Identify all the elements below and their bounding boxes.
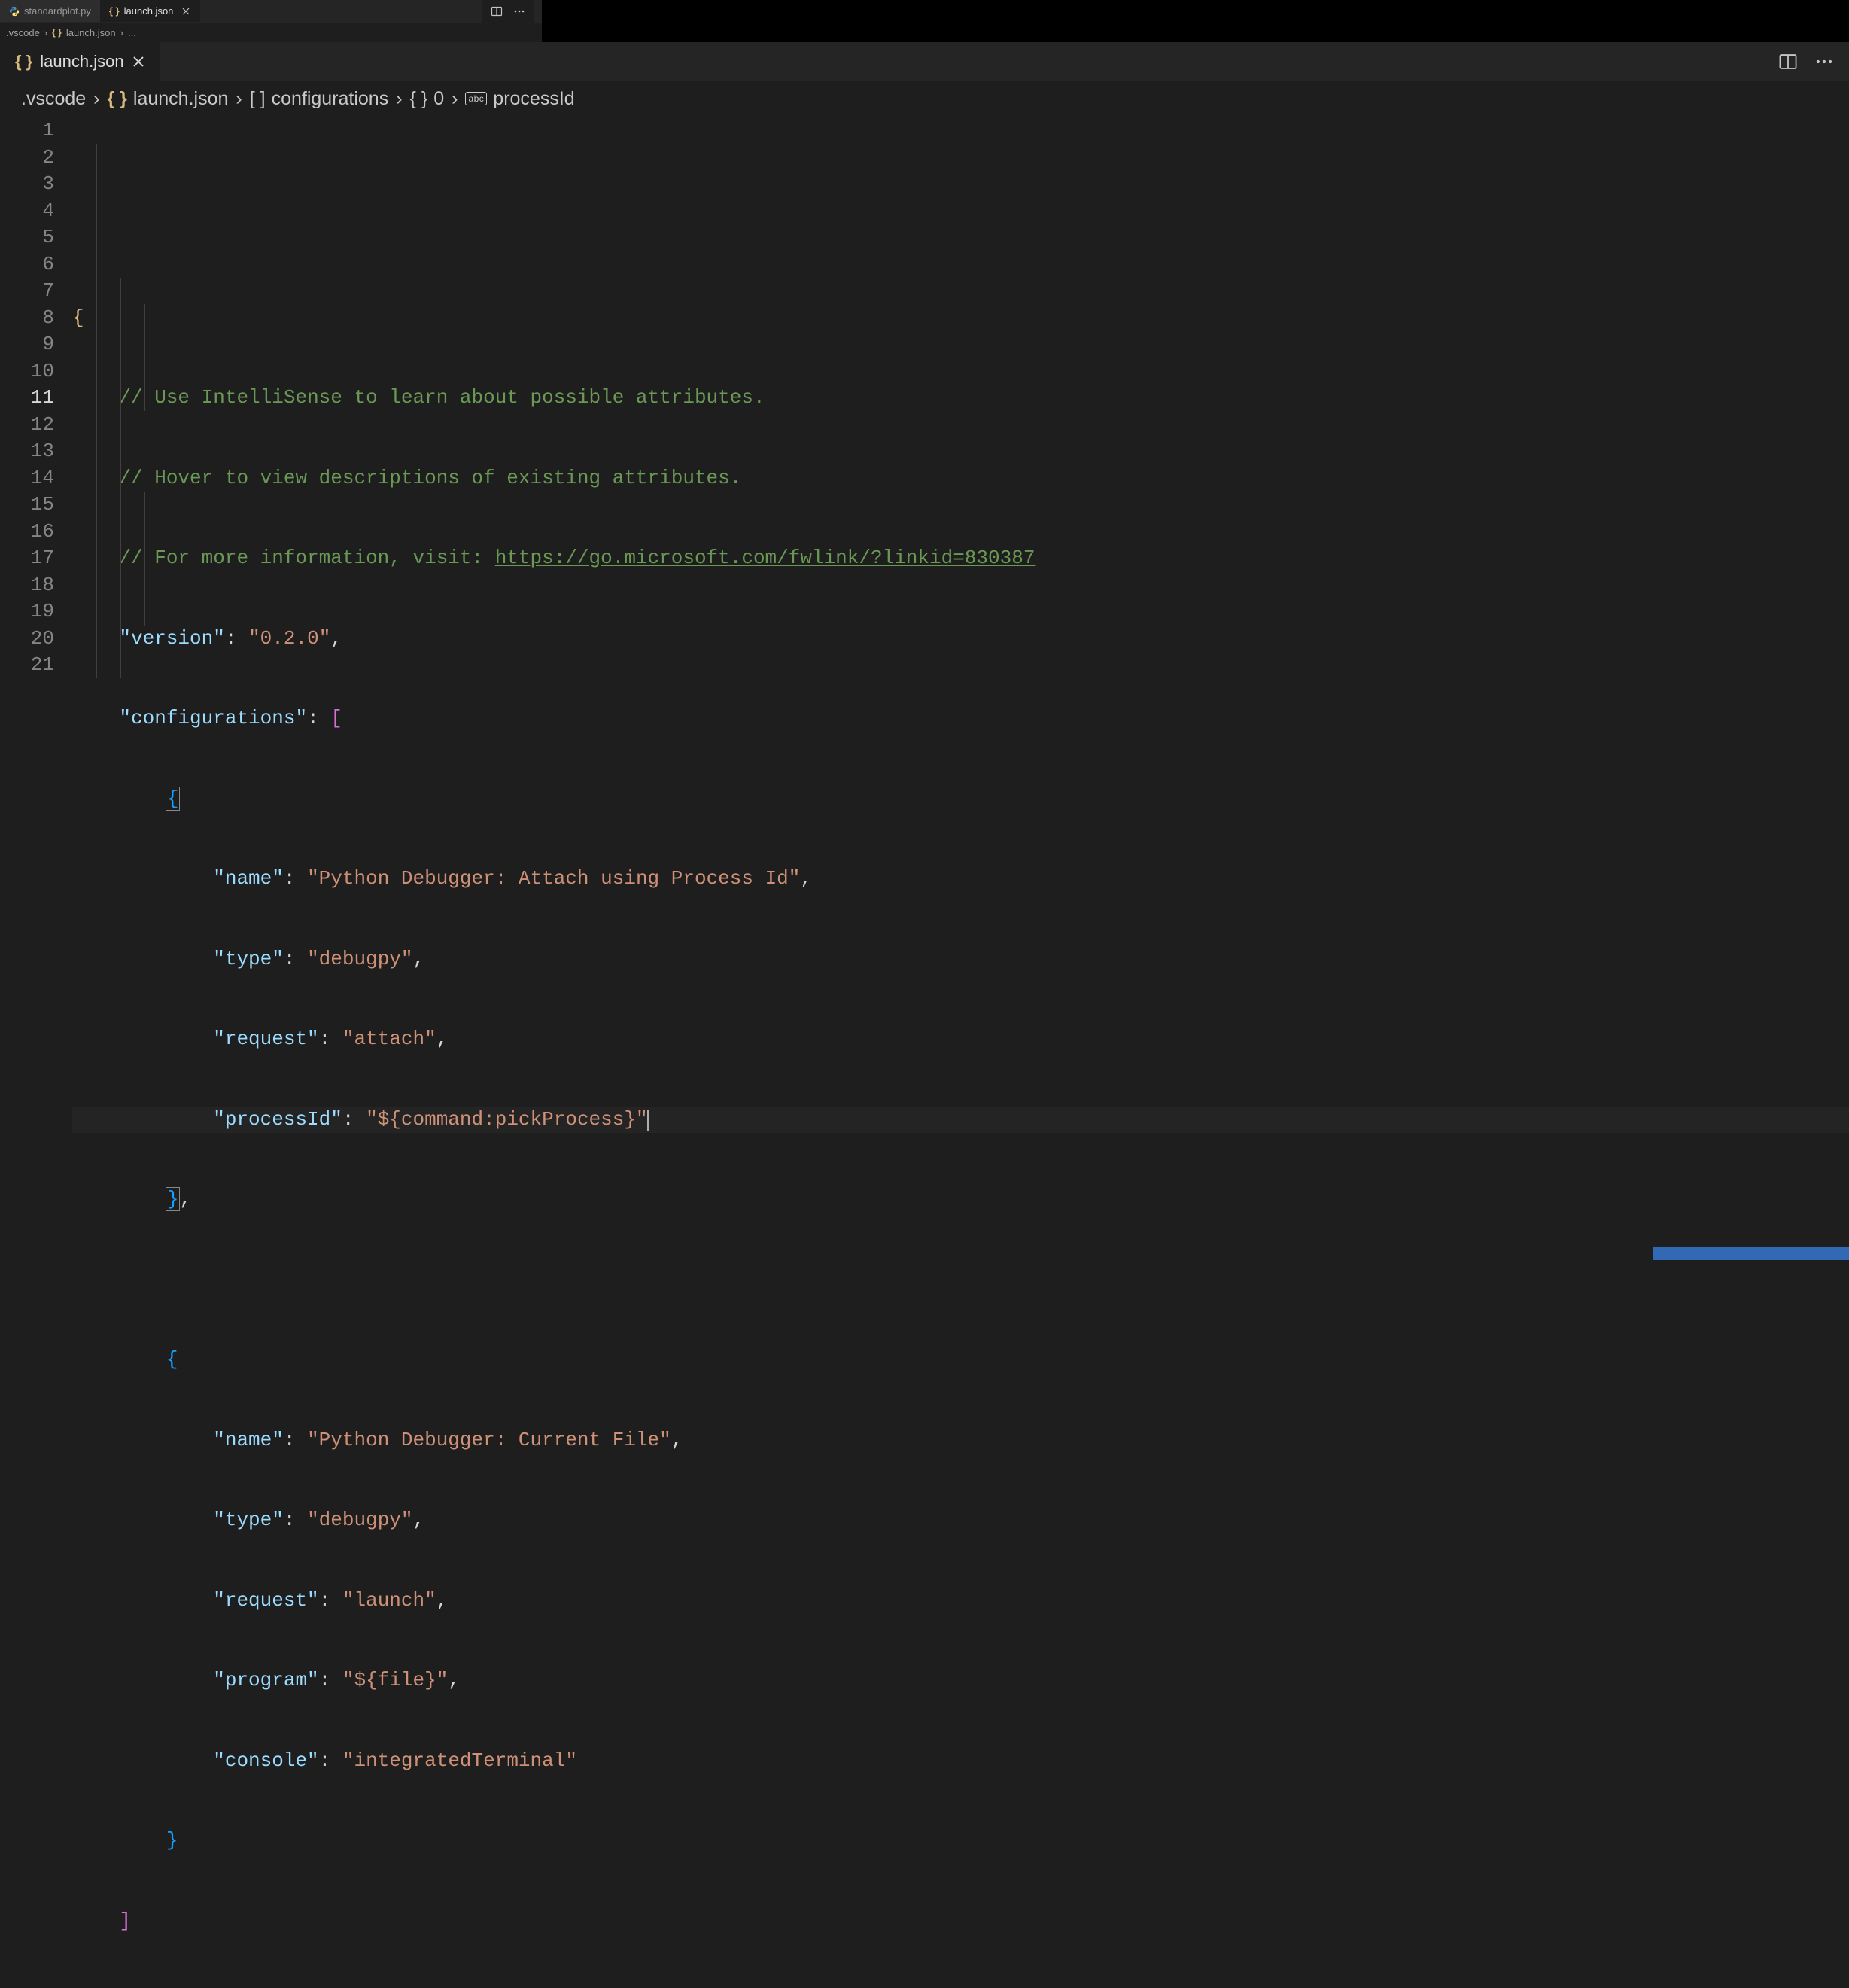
breadcrumb-seg[interactable]: .vscode bbox=[21, 88, 86, 110]
close-icon[interactable] bbox=[132, 55, 145, 68]
code-line: "program": "${file}", bbox=[72, 1667, 1849, 1694]
chevron-right-icon: › bbox=[120, 27, 123, 38]
chevron-right-icon: › bbox=[452, 88, 458, 110]
code-line: "version": "0.2.0", bbox=[72, 626, 1849, 653]
chevron-right-icon: › bbox=[236, 88, 242, 110]
json-icon: { } bbox=[108, 88, 127, 110]
split-editor-icon[interactable] bbox=[1778, 52, 1798, 72]
notification-bar[interactable] bbox=[1653, 1247, 1849, 1260]
breadcrumb-label: launch.json bbox=[133, 88, 228, 110]
line-number: 9 bbox=[0, 331, 54, 358]
line-number: 5 bbox=[0, 224, 54, 251]
line-number: 16 bbox=[0, 519, 54, 546]
line-number: 17 bbox=[0, 545, 54, 572]
chevron-right-icon: › bbox=[93, 88, 99, 110]
code-line: { bbox=[72, 305, 1849, 332]
breadcrumb-seg[interactable]: ... bbox=[128, 27, 136, 38]
inner-editor: { } launch.json .vscode › { } launch.jso… bbox=[0, 42, 1849, 1260]
breadcrumb-label: configurations bbox=[272, 88, 389, 110]
breadcrumb-seg[interactable]: { } 0 bbox=[410, 88, 445, 110]
line-number: 7 bbox=[0, 278, 54, 305]
inner-breadcrumb[interactable]: .vscode › { } launch.json › [ ] configur… bbox=[0, 81, 1849, 116]
line-number: 20 bbox=[0, 626, 54, 653]
code-line: // Use IntelliSense to learn about possi… bbox=[72, 385, 1849, 412]
code-line bbox=[72, 1267, 1849, 1294]
more-actions-icon[interactable] bbox=[513, 5, 525, 17]
line-number: 18 bbox=[0, 572, 54, 599]
tab-launch-json[interactable]: { } launch.json bbox=[100, 0, 201, 22]
code-line: // Hover to view descriptions of existin… bbox=[72, 465, 1849, 492]
code-line: "name": "Python Debugger: Current File", bbox=[72, 1427, 1849, 1454]
code-editor[interactable]: 1 2 3 4 5 6 7 8 9 10 11 12 13 14 15 16 1… bbox=[0, 116, 1849, 1988]
json-icon: { } bbox=[15, 52, 32, 72]
outer-breadcrumb[interactable]: .vscode › { } launch.json › ... bbox=[0, 23, 542, 42]
line-number: 1 bbox=[0, 117, 54, 145]
chevron-right-icon: › bbox=[44, 27, 47, 38]
breadcrumb-seg[interactable]: [ ] configurations bbox=[250, 88, 389, 110]
outer-tab-strip: standardplot.py { } launch.json bbox=[0, 0, 542, 23]
line-number: 15 bbox=[0, 492, 54, 519]
code-line: { bbox=[72, 1347, 1849, 1374]
split-editor-icon[interactable] bbox=[491, 5, 503, 17]
line-number: 10 bbox=[0, 358, 54, 385]
tab-label: launch.json bbox=[124, 5, 174, 17]
line-number: 6 bbox=[0, 251, 54, 279]
code-line: "type": "debugpy", bbox=[72, 946, 1849, 973]
code-line: "request": "launch", bbox=[72, 1588, 1849, 1615]
chevron-right-icon: › bbox=[396, 88, 402, 110]
outer-editor-actions bbox=[482, 0, 534, 23]
breadcrumb-seg[interactable]: abc processId bbox=[465, 88, 574, 110]
breadcrumb-label: processId bbox=[493, 88, 574, 110]
inner-tab-strip: { } launch.json bbox=[0, 42, 1849, 81]
json-icon: { } bbox=[52, 27, 62, 38]
string-icon: abc bbox=[465, 92, 487, 105]
code-line: ] bbox=[72, 1908, 1849, 1935]
tab-label: standardplot.py bbox=[24, 5, 91, 17]
code-line: "configurations": [ bbox=[72, 705, 1849, 732]
code-line: "name": "Python Debugger: Attach using P… bbox=[72, 866, 1849, 893]
breadcrumb-label: 0 bbox=[433, 88, 444, 110]
line-number: 19 bbox=[0, 598, 54, 626]
code-line: "request": "attach", bbox=[72, 1026, 1849, 1053]
tab-launch-json-inner[interactable]: { } launch.json bbox=[0, 42, 160, 81]
code-line: "console": "integratedTerminal" bbox=[72, 1748, 1849, 1775]
more-actions-icon[interactable] bbox=[1814, 52, 1834, 72]
close-icon[interactable] bbox=[181, 6, 191, 17]
line-number: 3 bbox=[0, 171, 54, 198]
tab-standardplot[interactable]: standardplot.py bbox=[0, 0, 100, 22]
code-content[interactable]: { // Use IntelliSense to learn about pos… bbox=[72, 117, 1849, 1988]
code-line: }, bbox=[72, 1186, 1849, 1213]
line-number: 2 bbox=[0, 145, 54, 172]
line-number: 12 bbox=[0, 412, 54, 439]
breadcrumb-label: .vscode bbox=[21, 88, 86, 110]
line-number: 13 bbox=[0, 438, 54, 465]
code-line: "type": "debugpy", bbox=[72, 1507, 1849, 1534]
breadcrumb-seg[interactable]: .vscode bbox=[6, 27, 40, 38]
line-number-gutter: 1 2 3 4 5 6 7 8 9 10 11 12 13 14 15 16 1… bbox=[0, 117, 72, 1988]
json-icon: { } bbox=[109, 5, 120, 17]
code-line: } bbox=[72, 1828, 1849, 1855]
code-line: { bbox=[72, 786, 1849, 813]
line-number: 21 bbox=[0, 652, 54, 679]
line-number: 8 bbox=[0, 305, 54, 332]
breadcrumb-seg[interactable]: launch.json bbox=[66, 27, 116, 38]
text-cursor bbox=[647, 1110, 649, 1131]
breadcrumb-seg[interactable]: { } launch.json bbox=[108, 88, 229, 110]
tab-label: launch.json bbox=[40, 52, 123, 72]
array-icon: [ ] bbox=[250, 88, 266, 110]
line-number: 11 bbox=[0, 385, 54, 412]
object-icon: { } bbox=[410, 88, 428, 110]
line-number: 4 bbox=[0, 198, 54, 225]
line-number: 14 bbox=[0, 465, 54, 492]
python-icon bbox=[9, 6, 20, 17]
inner-editor-actions bbox=[1763, 42, 1849, 81]
code-line: "processId": "${command:pickProcess}" bbox=[72, 1107, 1849, 1134]
code-line: // For more information, visit: https://… bbox=[72, 545, 1849, 572]
